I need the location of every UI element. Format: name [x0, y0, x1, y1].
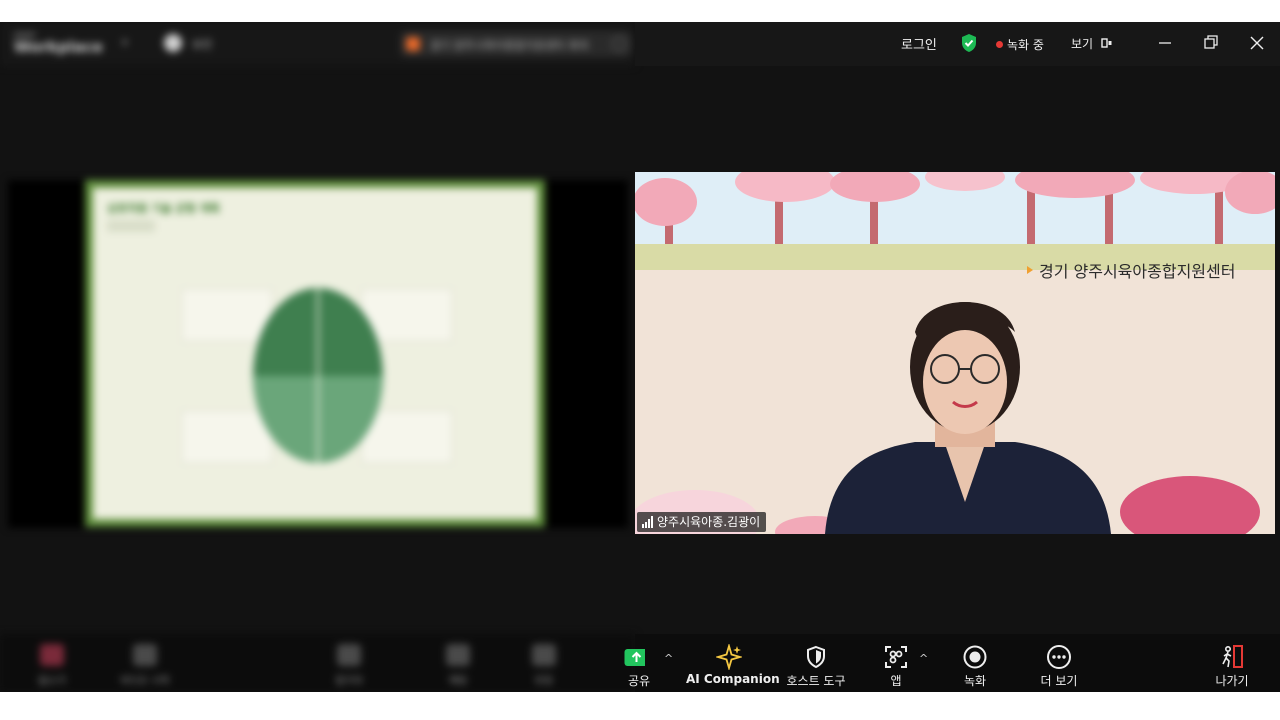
zoom-window: zoom Workplace ▾ 보안 경기 양주시육아종합지원센터 회의 상호… [0, 22, 1280, 692]
minimize-icon[interactable] [1153, 32, 1177, 54]
signal-strength-icon [642, 516, 653, 528]
leave-label: 나가기 [1215, 674, 1249, 688]
participant-video[interactable]: 경기 양주시육아종합지원센터 양주시육아종.김광이 [635, 172, 1275, 534]
slide-subtitle-block [107, 220, 155, 232]
apps-button[interactable]: 앱 [876, 634, 916, 692]
participants-icon [337, 644, 361, 666]
slide-circle-diagram [253, 288, 383, 463]
mute-button[interactable]: 음소거 [30, 634, 74, 692]
heart-icon [532, 644, 556, 666]
brand-logo: zoom Workplace [14, 30, 103, 56]
host-tools-button[interactable]: 호스트 도구 [780, 634, 852, 692]
more-icon [1047, 645, 1071, 669]
reactions-button[interactable]: 반응 [522, 634, 566, 692]
cherry-blossom-trees [635, 172, 1275, 247]
shared-slide: 상호작용 기술 균형 계획 [85, 180, 545, 527]
share-screen-icon [624, 649, 645, 666]
record-icon [963, 645, 987, 669]
security-icon[interactable] [164, 34, 182, 52]
record-label: 녹화 [963, 674, 987, 688]
recording-status[interactable]: 녹화 중 [1007, 36, 1044, 53]
video-button[interactable]: 비디오 시작 [120, 634, 170, 692]
share-screen-button[interactable]: 공유 [610, 634, 650, 692]
apps-label: 앱 [890, 674, 902, 688]
host-tools-label: 호스트 도구 [786, 674, 846, 688]
login-button[interactable]: 로그인 [901, 34, 937, 53]
view-layout-icon[interactable] [1101, 38, 1113, 48]
more-label: 더 보기 [1040, 674, 1078, 688]
shield-icon [807, 645, 825, 669]
participant-person [825, 302, 1111, 534]
participant-name-tag: 양주시육아종.김광이 [637, 512, 767, 532]
participants-button[interactable]: 참가자 [325, 634, 373, 692]
restore-icon[interactable] [1199, 32, 1223, 54]
apps-icon [885, 646, 907, 668]
apps-options-chevron-icon[interactable]: ^ [919, 652, 928, 665]
record-button[interactable]: 녹화 [952, 634, 998, 692]
meeting-title: 경기 양주시육아종합지원센터 회의 [430, 39, 589, 52]
slide-text-box [181, 288, 273, 342]
more-button[interactable]: 더 보기 [1034, 634, 1084, 692]
chat-button[interactable]: 채팅 [436, 634, 480, 692]
leave-button[interactable]: 나가기 [1206, 634, 1258, 692]
share-options-chevron-icon[interactable]: ^ [664, 652, 673, 665]
mic-off-icon [40, 644, 64, 666]
slide-title: 상호작용 기술 균형 계획 [107, 202, 220, 215]
sparkle-icon [716, 644, 742, 670]
meeting-icon [406, 37, 420, 51]
close-icon[interactable] [1245, 32, 1269, 54]
chat-icon [446, 644, 470, 666]
ai-companion-label: AI Companion [686, 672, 780, 686]
blurred-region: zoom Workplace ▾ 보안 경기 양주시육아종합지원센터 회의 상호… [0, 22, 635, 692]
ai-companion-button[interactable]: AI Companion [686, 634, 780, 692]
leave-icon [1222, 645, 1243, 668]
info-icon[interactable] [612, 37, 626, 51]
titlebar-right [635, 22, 1280, 66]
meeting-info-pill[interactable]: 경기 양주시육아종합지원센터 회의 [400, 31, 632, 57]
share-label: 공유 [628, 674, 651, 688]
participant-name: 양주시육아종.김광이 [657, 515, 761, 529]
chevron-down-icon[interactable]: ▾ [122, 36, 128, 49]
shield-check-icon[interactable] [960, 33, 978, 53]
recording-dot-icon [996, 41, 1003, 48]
security-label: 보안 [192, 38, 213, 51]
view-button[interactable]: 보기 [1071, 35, 1093, 52]
video-off-icon [133, 644, 157, 666]
